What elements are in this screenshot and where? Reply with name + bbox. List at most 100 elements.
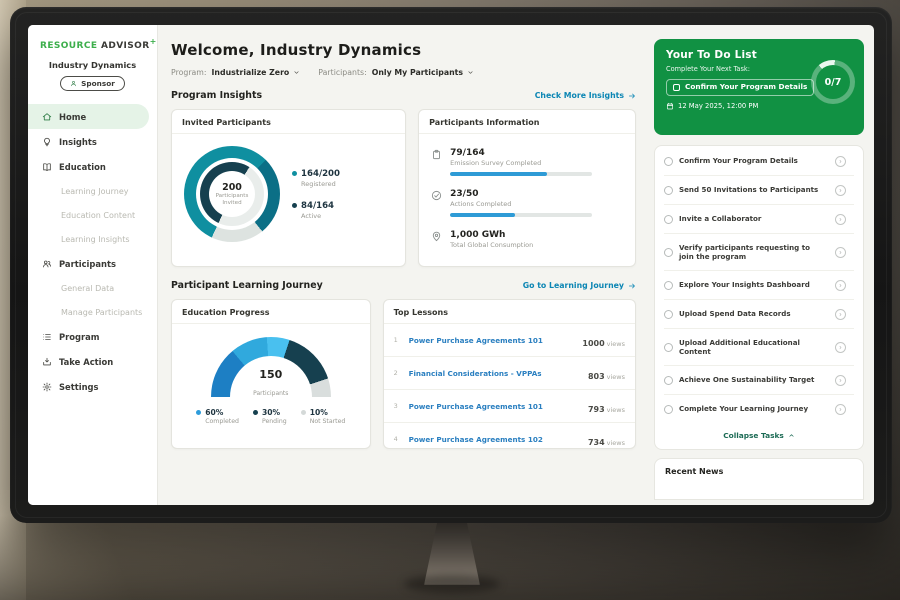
sidebar-item-general-data[interactable]: General Data: [28, 276, 157, 300]
task-row[interactable]: Upload Additional Educational Content: [664, 329, 854, 366]
legend-dot: [196, 410, 201, 415]
task-checkbox[interactable]: [664, 186, 673, 195]
stat-value: 79/164: [450, 148, 592, 158]
brand-secondary: ADVISOR: [101, 41, 150, 51]
task-row[interactable]: Upload Spend Data Records: [664, 300, 854, 329]
todo-progress-ring: 0/7: [811, 60, 855, 104]
task-open-button[interactable]: [835, 404, 846, 415]
main-content: Welcome, Industry Dynamics Program: Indu…: [158, 25, 650, 505]
sidebar-item-learning-insights[interactable]: Learning Insights: [28, 227, 157, 251]
sidebar-item-manage-participants[interactable]: Manage Participants: [28, 300, 157, 324]
sidebar-item-label: Education Content: [61, 211, 135, 220]
sidebar-item-insights[interactable]: Insights: [28, 129, 157, 154]
task-checkbox[interactable]: [664, 376, 673, 385]
chevron-right-icon: [838, 378, 843, 383]
legend-value: 164/200: [301, 169, 340, 179]
task-row[interactable]: Send 50 Invitations to Participants: [664, 176, 854, 205]
program-filter: Program: Industrialize Zero: [171, 68, 300, 77]
task-checkbox[interactable]: [664, 405, 673, 414]
task-row[interactable]: Complete Your Learning Journey: [664, 395, 854, 423]
task-row[interactable]: Invite a Collaborator: [664, 205, 854, 234]
task-open-button[interactable]: [835, 185, 846, 196]
participants-dropdown[interactable]: Only My Participants: [372, 68, 474, 77]
task-checkbox[interactable]: [664, 310, 673, 319]
legend-label: Registered: [301, 180, 340, 188]
lesson-views: 734: [588, 438, 605, 447]
next-task-row[interactable]: Confirm Your Program Details: [666, 79, 814, 96]
sidebar-item-learning-journey[interactable]: Learning Journey: [28, 179, 157, 203]
task-checkbox[interactable]: [664, 157, 673, 166]
legend-dot: [301, 410, 306, 415]
link-label: Check More Insights: [535, 91, 624, 100]
sidebar-item-label: Participants: [59, 259, 116, 269]
stat-label: Total Global Consumption: [450, 241, 533, 249]
clipboard-icon: [431, 149, 442, 160]
invited-participants-donut-chart: 200 Participants Invited: [184, 146, 280, 242]
task-row[interactable]: Explore Your Insights Dashboard: [664, 271, 854, 300]
views-label: views: [607, 373, 625, 381]
task-open-button[interactable]: [835, 375, 846, 386]
sidebar-item-label: Program: [59, 332, 100, 342]
progress-bar: [450, 172, 592, 176]
task-open-button[interactable]: [835, 342, 846, 353]
sidebar-item-settings[interactable]: Settings: [28, 374, 157, 399]
collapse-tasks-button[interactable]: Collapse Tasks: [664, 423, 854, 448]
checkbox[interactable]: [673, 84, 680, 91]
lesson-title-link[interactable]: Power Purchase Agreements 101: [409, 336, 575, 345]
task-label: Upload Spend Data Records: [679, 309, 829, 319]
arrow-right-icon: [628, 282, 636, 290]
sidebar-item-education[interactable]: Education: [28, 154, 157, 179]
views-label: views: [607, 406, 625, 414]
task-open-button[interactable]: [835, 214, 846, 225]
lesson-rank: 2: [394, 369, 401, 377]
book-icon: [42, 162, 52, 172]
task-row[interactable]: Achieve One Sustainability Target: [664, 366, 854, 395]
lightbulb-icon: [42, 137, 52, 147]
sidebar-item-label: Learning Insights: [61, 235, 130, 244]
calendar-icon: [666, 102, 674, 110]
sidebar-item-participants[interactable]: Participants: [28, 251, 157, 276]
sidebar-item-home[interactable]: Home: [28, 104, 149, 129]
task-checkbox[interactable]: [664, 248, 673, 257]
chevron-right-icon: [838, 250, 843, 255]
lesson-views: 803: [588, 372, 605, 381]
todo-column: Your To Do List Complete Your Next Task:…: [648, 25, 874, 505]
education-progress-card: Education Progress 150 Participants: [171, 299, 371, 449]
legend-value: 84/164: [301, 201, 334, 211]
stat-label: Actions Completed: [450, 200, 592, 208]
todo-header-card: Your To Do List Complete Your Next Task:…: [654, 39, 864, 135]
sidebar-item-label: Education: [59, 162, 106, 172]
task-checkbox[interactable]: [664, 343, 673, 352]
sponsor-badge-label: Sponsor: [81, 79, 115, 88]
sidebar-item-education-content[interactable]: Education Content: [28, 203, 157, 227]
task-checkbox[interactable]: [664, 281, 673, 290]
lesson-title-link[interactable]: Power Purchase Agreements 101: [409, 402, 580, 411]
chevron-right-icon: [838, 283, 843, 288]
lesson-title-link[interactable]: Financial Considerations - VPPAs: [409, 369, 580, 378]
donut-center: 200 Participants Invited: [209, 171, 255, 217]
sponsor-badge[interactable]: Sponsor: [60, 76, 125, 91]
donut-legend: 164/200 Registered 84/164 Active: [292, 169, 340, 220]
top-lessons-card: Top Lessons 1 Power Purchase Agreements …: [383, 299, 636, 449]
chevron-up-icon: [788, 432, 795, 439]
lesson-rank: 1: [394, 336, 401, 344]
task-label: Complete Your Learning Journey: [679, 404, 829, 414]
lesson-title-link[interactable]: Power Purchase Agreements 102: [409, 435, 580, 444]
program-dropdown[interactable]: Industrialize Zero: [212, 68, 301, 77]
people-icon: [42, 259, 52, 269]
todo-title: Your To Do List: [666, 49, 852, 61]
task-open-button[interactable]: [835, 247, 846, 258]
task-row[interactable]: Confirm Your Program Details: [664, 147, 854, 176]
program-insights-section-header: Program Insights Check More Insights: [171, 90, 636, 101]
task-row[interactable]: Verify participants requesting to join t…: [664, 234, 854, 271]
sidebar-item-take-action[interactable]: Take Action: [28, 349, 157, 374]
legend-label: Pending: [262, 418, 287, 425]
task-open-button[interactable]: [835, 309, 846, 320]
task-checkbox[interactable]: [664, 215, 673, 224]
check-more-insights-link[interactable]: Check More Insights: [535, 91, 636, 100]
go-to-learning-journey-link[interactable]: Go to Learning Journey: [523, 281, 636, 290]
sidebar-item-program[interactable]: Program: [28, 324, 157, 349]
task-open-button[interactable]: [835, 280, 846, 291]
sidebar-item-label: General Data: [61, 284, 114, 293]
task-open-button[interactable]: [835, 156, 846, 167]
